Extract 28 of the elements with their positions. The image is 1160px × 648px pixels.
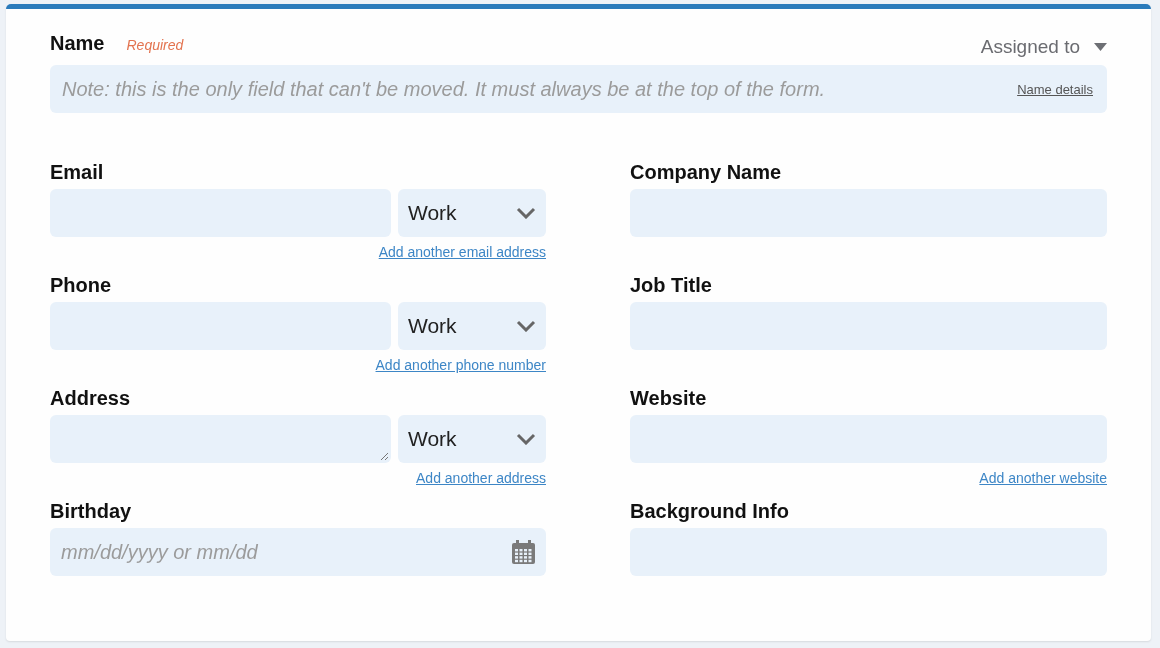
field-label: Website (630, 387, 708, 409)
field-label: Address (50, 387, 132, 409)
add-another-link[interactable]: Add another phone number (375, 357, 546, 377)
field-label: Birthday (50, 500, 133, 522)
chevron-down-icon (516, 320, 536, 332)
field-label: Company Name (630, 161, 783, 183)
add-another-link[interactable]: Add another address (416, 470, 546, 490)
resize-grip-icon (380, 452, 388, 460)
field-label: Job Title (630, 274, 713, 296)
field-label: Email (50, 161, 105, 183)
chevron-down-icon (516, 207, 536, 219)
field-label: Name (50, 32, 105, 54)
placeholder-text: mm/dd/yyyy or mm/dd (61, 540, 258, 564)
caret-icon (1094, 43, 1107, 51)
type-dropdown[interactable]: Work (398, 302, 546, 350)
assigned-to-dropdown[interactable]: Assigned to (980, 36, 1107, 60)
type-dropdown[interactable]: Work (398, 415, 546, 463)
name-details-link[interactable]: Name details (1017, 81, 1093, 97)
add-another-link[interactable]: Add another email address (378, 244, 546, 264)
add-another-link[interactable]: Add another website (979, 470, 1107, 490)
name-field[interactable]: Note: this is the only field that can't be moved. It must always be at the top of the form. Name details (50, 65, 1107, 113)
calendar-icon[interactable] (512, 540, 535, 564)
text-area[interactable] (50, 415, 391, 463)
field-label: Phone (50, 274, 113, 296)
type-dropdown[interactable]: Work (398, 189, 546, 237)
required-label: Required (126, 37, 184, 53)
field-label: Background Info (630, 500, 790, 522)
chevron-down-icon (516, 433, 536, 445)
